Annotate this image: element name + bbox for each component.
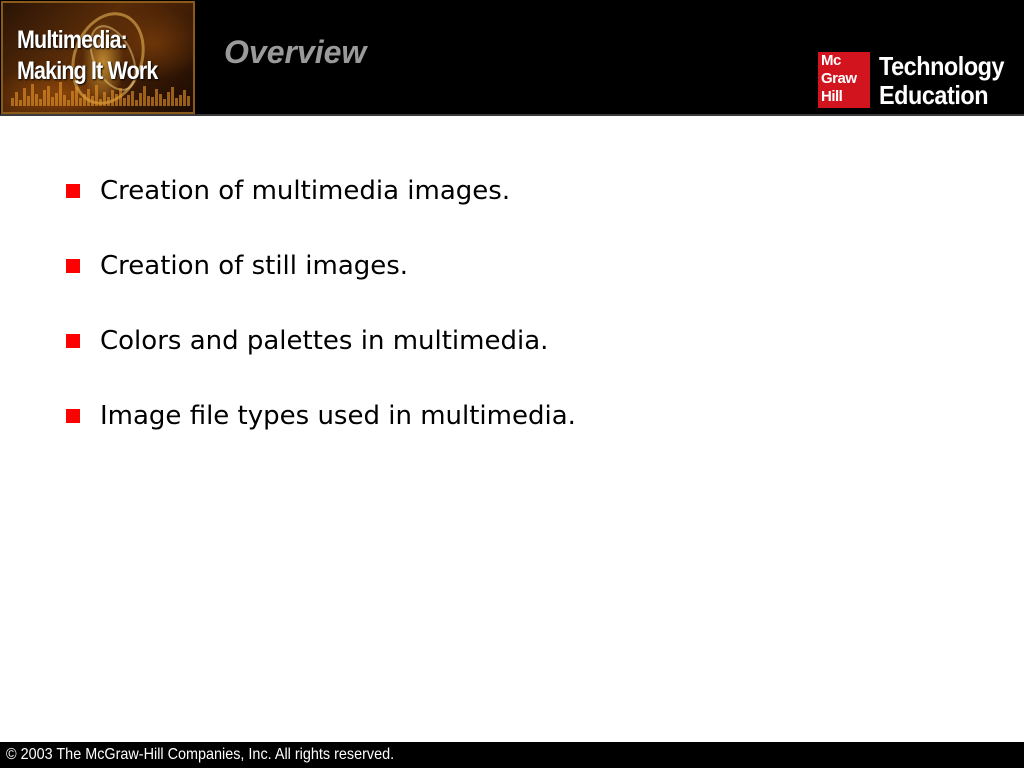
- waveform-bar: [55, 93, 58, 106]
- waveform-bar: [179, 95, 182, 106]
- waveform-bar: [15, 92, 18, 106]
- waveform-bar: [51, 97, 54, 106]
- waveform-bar: [95, 85, 98, 106]
- waveform-bar: [155, 89, 158, 106]
- square-bullet-icon: [66, 184, 80, 198]
- mark-line3: Hill: [821, 88, 843, 105]
- waveform-bar: [43, 90, 46, 106]
- mark-line2: Graw: [821, 70, 857, 87]
- publisher-logo: Mc Graw Hill Technology Education: [818, 51, 1022, 110]
- bullet-text: Image file types used in multimedia.: [100, 401, 576, 431]
- publisher-name-line1: Technology: [879, 51, 1005, 81]
- book-logo-line2: Making It Work: [17, 57, 158, 85]
- waveform-bar: [175, 98, 178, 106]
- slide-title: Overview: [224, 34, 367, 70]
- waveform-bar: [135, 100, 138, 106]
- waveform-bar: [107, 97, 110, 106]
- footer-bar: © 2003 The McGraw-Hill Companies, Inc. A…: [0, 742, 1024, 768]
- waveform-bar: [147, 96, 150, 106]
- waveform-bar: [75, 87, 78, 106]
- waveform-bar: [139, 93, 142, 106]
- waveform-bar: [87, 89, 90, 106]
- waveform-bar: [187, 96, 190, 106]
- waveform-bar: [183, 90, 186, 106]
- waveform-bar: [99, 99, 102, 106]
- waveform-bar: [23, 88, 26, 106]
- publisher-name-line2: Education: [879, 80, 989, 110]
- waveform-bar: [123, 98, 126, 106]
- waveform-bar: [159, 94, 162, 106]
- mcgraw-hill-mark: Mc Graw Hill: [818, 52, 870, 108]
- waveform-bar: [167, 92, 170, 106]
- waveform-bar: [143, 86, 146, 106]
- waveform-bar: [63, 95, 66, 106]
- waveform-bar: [47, 86, 50, 106]
- waveform-bar: [71, 91, 74, 106]
- waveform-bar: [115, 94, 118, 106]
- waveform-bar: [131, 91, 134, 106]
- waveform-bar: [151, 97, 154, 106]
- waveform-bar: [91, 96, 94, 106]
- bullet-text: Creation of multimedia images.: [100, 176, 511, 206]
- waveform-bar: [31, 84, 34, 106]
- header-bar: Multimedia: Making It Work Overview Mc G…: [0, 0, 1024, 116]
- square-bullet-icon: [66, 334, 80, 348]
- book-logo-line1: Multimedia:: [17, 26, 128, 54]
- waveform-bar: [35, 94, 38, 106]
- publisher-name: Technology Education: [879, 51, 1005, 110]
- waveform-bar: [163, 99, 166, 106]
- waveform-bar: [11, 98, 14, 106]
- waveform-bar: [79, 98, 82, 106]
- waveform-bar: [119, 88, 122, 106]
- waveform-bar: [83, 94, 86, 106]
- bullet-text: Creation of still images.: [100, 251, 409, 281]
- bullet-text: Colors and palettes in multimedia.: [100, 326, 549, 356]
- waveform-bar: [103, 92, 106, 106]
- book-logo-text: Multimedia: Making It Work: [17, 25, 158, 87]
- square-bullet-icon: [66, 259, 80, 273]
- waveform-bar: [19, 100, 22, 106]
- mark-line1: Mc: [821, 52, 841, 69]
- waveform-bar: [171, 87, 174, 106]
- waveform-bar: [67, 100, 70, 106]
- copyright-text: © 2003 The McGraw-Hill Companies, Inc. A…: [6, 746, 395, 763]
- waveform-bar: [127, 95, 130, 106]
- book-cover-logo: Multimedia: Making It Work: [1, 1, 195, 114]
- waveform-bar: [39, 99, 42, 106]
- square-bullet-icon: [66, 409, 80, 423]
- waveform-bar: [27, 96, 30, 106]
- waveform-bar: [111, 90, 114, 106]
